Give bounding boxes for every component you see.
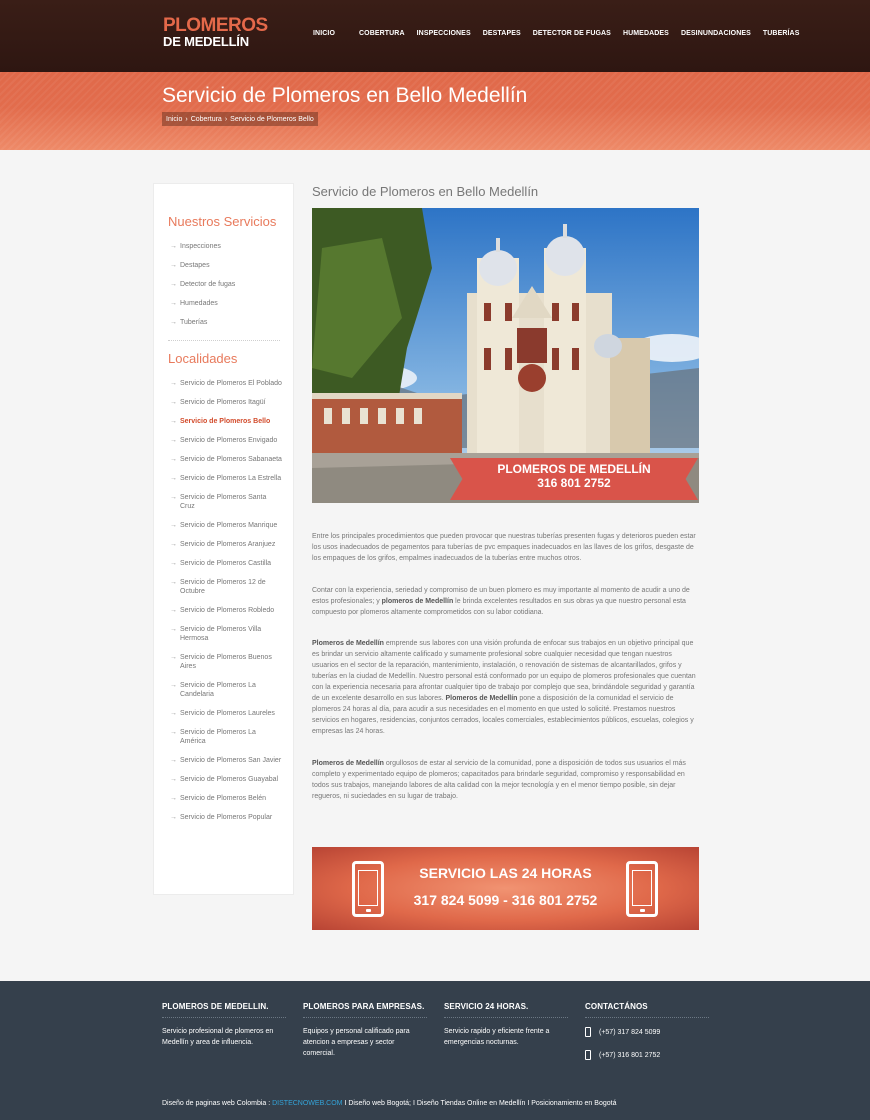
p3-strong-a: Plomeros de Medellín	[312, 640, 384, 647]
sidebar-locality-item[interactable]: Servicio de Plomeros Belén	[168, 794, 283, 803]
content-title: Servicio de Plomeros en Bello Medellín	[312, 184, 539, 199]
top-header: PLOMEROS DE MEDELLÍN INICIO COBERTURA IN…	[0, 0, 870, 72]
localities-heading: Localidades	[168, 351, 238, 366]
sidebar-locality-item[interactable]: Servicio de Plomeros Itagüí	[168, 398, 283, 407]
footer-col-contact: CONTACTÁNOS (+57) 317 824 5099 (+57) 316…	[585, 1002, 709, 1061]
p3-strong-c: Plomeros de Medellín	[445, 695, 518, 702]
sidebar-locality-item[interactable]: Servicio de Plomeros 12 de Octubre	[168, 578, 283, 596]
sidebar-locality-item[interactable]: Servicio de Plomeros Robledo	[168, 606, 283, 615]
main-nav: INICIO COBERTURA INSPECCIONES DESTAPES D…	[313, 30, 812, 37]
sidebar-service-item[interactable]: Tuberías	[168, 318, 283, 327]
nav-destapes[interactable]: DESTAPES	[483, 30, 521, 37]
service-24h-banner: SERVICIO LAS 24 HORAS 317 824 5099 - 316…	[312, 847, 699, 930]
promo-phone: 316 801 2752	[537, 476, 611, 490]
p4-strong: Plomeros de Medellín	[312, 760, 384, 767]
footer-col-title: PLOMEROS DE MEDELLIN.	[162, 1002, 286, 1018]
breadcrumb: Inicio › Cobertura › Servicio de Plomero…	[162, 112, 318, 126]
sidebar-locality-item[interactable]: Servicio de Plomeros Manrique	[168, 521, 283, 530]
paragraph-4: Plomeros de Medellín orgullosos de estar…	[312, 758, 699, 802]
nav-inspecciones[interactable]: INSPECCIONES	[417, 30, 471, 37]
site-logo[interactable]: PLOMEROS DE MEDELLÍN	[163, 15, 268, 52]
sidebar-locality-item[interactable]: Servicio de Plomeros Aranjuez	[168, 540, 283, 549]
promo-banner: PLOMEROS DE MEDELLÍN 316 801 2752	[450, 458, 698, 500]
nav-detector-fugas[interactable]: DETECTOR DE FUGAS	[533, 30, 611, 37]
contact-phone-number: (+57) 317 824 5099	[599, 1028, 661, 1036]
p3-text-b: emprende sus labores con una visión prof…	[312, 640, 696, 702]
footer-col-title: PLOMEROS PARA EMPRESAS.	[303, 1002, 427, 1018]
sidebar-locality-item[interactable]: Servicio de Plomeros Santa Cruz	[168, 493, 283, 511]
footer-col-text: Servicio profesional de plomeros en Mede…	[162, 1028, 274, 1046]
sidebar-locality-item[interactable]: Servicio de Plomeros Bello	[168, 417, 283, 426]
nav-humedades[interactable]: HUMEDADES	[623, 30, 669, 37]
sidebar-service-item[interactable]: Destapes	[168, 261, 283, 270]
copyright-text-a: Diseño de paginas web Colombia :	[162, 1100, 273, 1107]
mobile-phone-icon	[626, 861, 658, 917]
sidebar-locality-item[interactable]: Servicio de Plomeros El Poblado	[168, 379, 283, 388]
services-heading: Nuestros Servicios	[168, 214, 277, 229]
nav-desinundaciones[interactable]: DESINUNDACIONES	[681, 30, 751, 37]
breadcrumb-cobertura[interactable]: Cobertura	[191, 116, 222, 123]
breadcrumb-separator: ›	[224, 115, 228, 123]
copyright-line: Diseño de paginas web Colombia : DISTECN…	[162, 1100, 616, 1107]
sidebar-divider	[168, 340, 280, 341]
sidebar-locality-item[interactable]: Servicio de Plomeros Castilla	[168, 559, 283, 568]
footer-col-text: Servicio rapido y eficiente frente a eme…	[444, 1028, 550, 1046]
sidebar-service-item[interactable]: Humedades	[168, 299, 283, 308]
localities-list: Servicio de Plomeros El Poblado Servicio …	[168, 379, 283, 832]
logo-line1: PLOMEROS	[163, 15, 268, 36]
sidebar-service-item[interactable]: Inspecciones	[168, 242, 283, 251]
footer-col-plomeros: PLOMEROS DE MEDELLIN. Servicio profesion…	[162, 1002, 286, 1048]
page-title-band: Servicio de Plomeros en Bello Medellín	[0, 72, 870, 150]
p2-strong: plomeros de Medellín	[381, 598, 454, 605]
breadcrumb-separator: ›	[185, 115, 188, 123]
contact-phone-1[interactable]: (+57) 317 824 5099	[585, 1026, 709, 1038]
footer-col-text: Equipos y personal calificado para atenc…	[303, 1028, 410, 1057]
sidebar-locality-item[interactable]: Servicio de Plomeros La América	[168, 728, 283, 746]
sidebar-locality-item[interactable]: Servicio de Plomeros Sabanaeta	[168, 455, 283, 464]
nav-cobertura[interactable]: COBERTURA	[359, 30, 405, 37]
services-list: Inspecciones Destapes Detector de fugas Hum…	[168, 242, 283, 337]
sidebar-locality-item[interactable]: Servicio de Plomeros La Estrella	[168, 474, 283, 483]
copyright-text-b: I Diseño web Bogotá; I Diseño Tiendas On…	[342, 1100, 617, 1107]
sidebar-locality-item[interactable]: Servicio de Plomeros La Candelaria	[168, 681, 283, 699]
paragraph-1: Entre los principales procedimientos que…	[312, 533, 696, 562]
sidebar-locality-item[interactable]: Servicio de Plomeros Laureles	[168, 709, 283, 718]
nav-inicio[interactable]: INICIO	[313, 30, 335, 37]
sidebar-locality-item[interactable]: Servicio de Plomeros Popular	[168, 813, 283, 822]
distecnoweb-link[interactable]: DISTECNOWEB.COM	[272, 1100, 342, 1107]
page-title: Servicio de Plomeros en Bello Medellín	[162, 84, 528, 107]
sidebar-service-item[interactable]: Detector de fugas	[168, 280, 283, 289]
breadcrumb-current: Servicio de Plomeros Bello	[230, 115, 314, 123]
sidebar-locality-item[interactable]: Servicio de Plomeros San Javier	[168, 756, 283, 765]
paragraph-2: Contar con la experiencia, seriedad y co…	[312, 585, 699, 618]
nav-tuberias[interactable]: TUBERÍAS	[763, 30, 800, 37]
mobile-phone-icon	[585, 1050, 591, 1060]
sidebar-locality-item[interactable]: Servicio de Plomeros Envigado	[168, 436, 283, 445]
logo-line2: DE MEDELLÍN	[163, 34, 249, 49]
breadcrumb-inicio[interactable]: Inicio	[166, 116, 182, 123]
sidebar-locality-item[interactable]: Servicio de Plomeros Guayabal	[168, 775, 283, 784]
contact-phone-2[interactable]: (+57) 316 801 2752	[585, 1049, 709, 1061]
footer-col-empresas: PLOMEROS PARA EMPRESAS. Equipos y person…	[303, 1002, 427, 1059]
sidebar-locality-item[interactable]: Servicio de Plomeros Villa Hermosa	[168, 625, 283, 643]
paragraph-3: Plomeros de Medellín emprende sus labore…	[312, 638, 699, 737]
promo-title: PLOMEROS DE MEDELLÍN	[497, 462, 651, 476]
footer-col-title: SERVICIO 24 HORAS.	[444, 1002, 568, 1018]
contact-phone-number: (+57) 316 801 2752	[599, 1051, 661, 1059]
sidebar: Nuestros Servicios Inspecciones Destapes D…	[153, 183, 294, 895]
sidebar-locality-item[interactable]: Servicio de Plomeros Buenos Aires	[168, 653, 283, 671]
footer-col-title: CONTACTÁNOS	[585, 1002, 709, 1018]
footer-col-24h: SERVICIO 24 HORAS. Servicio rapido y efi…	[444, 1002, 568, 1048]
mobile-phone-icon	[585, 1027, 591, 1037]
